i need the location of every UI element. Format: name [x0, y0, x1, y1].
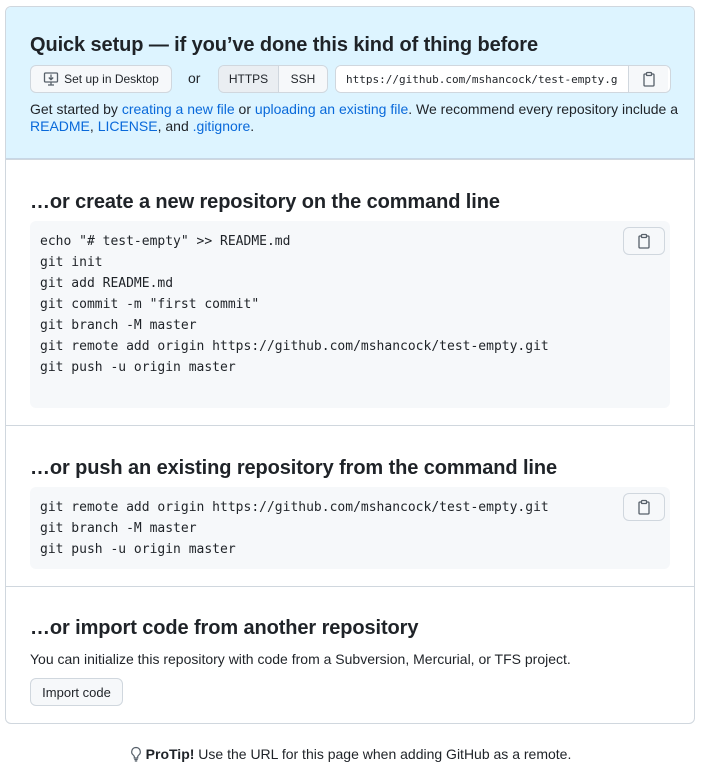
- intro-text-part: .: [250, 118, 255, 134]
- create-repo-code-block: echo "# test-empty" >> README.md git ini…: [30, 221, 670, 408]
- copy-push-commands-button[interactable]: [623, 493, 665, 521]
- push-repo-section: …or push an existing repository from the…: [6, 425, 694, 586]
- import-code-section: …or import code from another repository …: [6, 586, 694, 723]
- ssh-tab[interactable]: SSH: [279, 66, 327, 92]
- quick-setup-box: Quick setup — if you’ve done this kind o…: [5, 6, 695, 724]
- gitignore-link[interactable]: .gitignore: [193, 118, 251, 134]
- code-line: git commit -m "first commit": [40, 297, 260, 312]
- intro-text-part: or: [234, 101, 255, 117]
- or-label: or: [188, 70, 201, 86]
- protip-label: ProTip!: [145, 746, 195, 762]
- clone-url-group: [335, 65, 671, 93]
- push-repo-title: …or push an existing repository from the…: [30, 457, 558, 479]
- desktop-download-icon: [43, 71, 59, 87]
- readme-link[interactable]: README: [30, 118, 90, 134]
- code-line: git init: [40, 255, 103, 270]
- intro-text-part: ,: [89, 118, 98, 134]
- intro-text-part: , and: [157, 118, 193, 134]
- creating-new-file-link[interactable]: creating a new file: [122, 101, 235, 117]
- import-code-title: …or import code from another repository: [30, 617, 419, 639]
- import-code-button[interactable]: Import code: [30, 678, 123, 706]
- license-link[interactable]: LICENSE: [98, 118, 158, 134]
- protip-text: Use the URL for this page when adding Gi…: [194, 746, 572, 762]
- clipboard-icon: [637, 499, 651, 515]
- code-line: git remote add origin https://github.com…: [40, 339, 549, 354]
- setup-in-desktop-label: Set up in Desktop: [64, 72, 159, 86]
- intro-text-part: . We recommend every repository include …: [408, 101, 678, 117]
- protip: ProTip! Use the URL for this page when a…: [0, 746, 701, 765]
- uploading-existing-file-link[interactable]: uploading an existing file: [255, 101, 408, 117]
- quick-setup-section: Quick setup — if you’ve done this kind o…: [6, 7, 694, 159]
- copy-create-commands-button[interactable]: [623, 227, 665, 255]
- create-repo-section: …or create a new repository on the comma…: [6, 159, 694, 426]
- light-bulb-icon: [130, 746, 142, 765]
- code-line: echo "# test-empty" >> README.md: [40, 234, 291, 249]
- code-line: git push -u origin master: [40, 542, 236, 557]
- code-line: git branch -M master: [40, 521, 197, 536]
- import-code-description: You can initialize this repository with …: [30, 651, 571, 667]
- create-repo-title: …or create a new repository on the comma…: [30, 191, 500, 213]
- code-line: git push -u origin master: [40, 360, 236, 375]
- clone-url-input[interactable]: [336, 66, 628, 92]
- push-repo-code-block: git remote add origin https://github.com…: [30, 487, 670, 569]
- code-line: git branch -M master: [40, 318, 197, 333]
- https-tab[interactable]: HTTPS: [219, 66, 279, 92]
- quick-setup-title: Quick setup — if you’ve done this kind o…: [30, 34, 538, 56]
- protocol-toggle: HTTPS SSH: [218, 65, 328, 93]
- setup-in-desktop-button[interactable]: Set up in Desktop: [30, 65, 172, 93]
- code-line: git add README.md: [40, 276, 174, 291]
- code-line: git remote add origin https://github.com…: [40, 500, 549, 515]
- clipboard-icon: [637, 233, 651, 249]
- intro-text-part: Get started by: [30, 101, 122, 117]
- setup-intro-text: Get started by creating a new file or up…: [30, 101, 680, 135]
- clipboard-icon: [642, 71, 656, 87]
- copy-url-button[interactable]: [628, 66, 668, 92]
